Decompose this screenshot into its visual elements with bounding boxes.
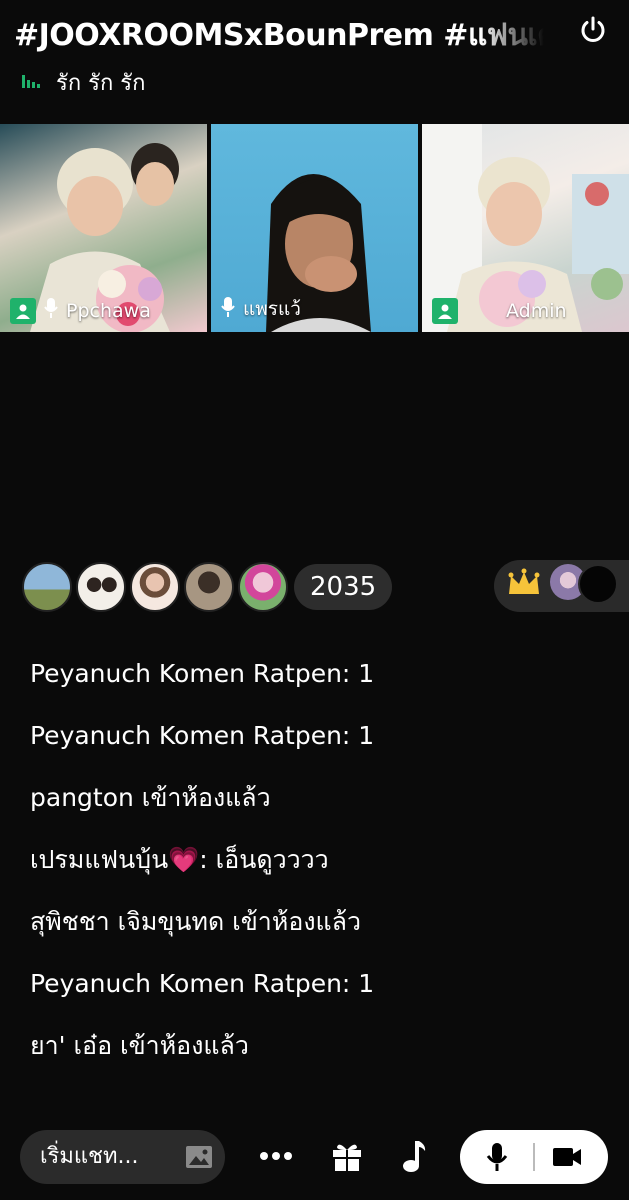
chat-message: Wanwisa Aiyaka: อยากได้ [30,625,374,643]
song-title: รัก รัก รัก [56,70,146,96]
chat-message-list: Wanwisa Aiyaka: อยากได้ Peyanuch Komen R… [30,625,374,1077]
top-gifters[interactable] [494,560,629,612]
chat-message: Peyanuch Komen Ratpen: 1 [30,659,375,688]
viewer-avatar[interactable] [22,562,72,612]
viewer-avatar[interactable] [76,562,126,612]
viewer-avatar[interactable] [238,562,288,612]
viewer-avatar[interactable] [130,562,180,612]
room-title: #JOOXROOMSxBounPrem #แฟนเดทห [14,18,544,53]
participant-name: Admin [506,300,567,322]
camera-badge-icon [432,298,458,324]
chat-message: สุพิชชา เจิมขุนทด เข้าห้องแล้ว [30,907,362,936]
mic-icon [44,297,58,324]
chat-message: Peyanuch Komen Ratpen: 1 [30,969,375,998]
image-icon[interactable] [185,1143,213,1171]
microphone-icon[interactable] [486,1142,508,1176]
viewer-count[interactable]: 2035 [294,564,393,610]
video-tile[interactable]: Ppchawa [0,124,207,332]
participant-name: Ppchawa [66,299,151,322]
video-tile[interactable]: Admin [422,124,629,332]
chat-feed[interactable]: Wanwisa Aiyaka: อยากได้ Peyanuch Komen R… [0,625,629,1105]
video-camera-icon[interactable] [552,1145,582,1173]
now-playing[interactable]: รัก รัก รัก [22,66,145,98]
chat-input-placeholder: เริ่มแชท... [40,1144,139,1169]
video-tile[interactable]: แพรแว้ [211,124,418,332]
crown-icon [506,568,542,598]
chat-message: pangton เข้าห้องแล้ว [30,783,271,812]
viewer-list[interactable]: 2035 [22,562,393,612]
music-note-icon[interactable] [396,1138,432,1174]
audio-bars-icon [22,72,40,92]
chat-message: Peyanuch Komen Ratpen: 1 [30,721,375,750]
tile-label: แพรแว้ [221,294,301,324]
chat-message: ยา' เอ๋อ เข้าห้องแล้ว [30,1031,249,1060]
chat-message: เปรมแฟนบุ้น💗: เอ็นดูวววว [30,845,329,874]
gift-icon[interactable] [329,1138,365,1174]
tile-label: Admin [432,298,567,324]
divider [533,1143,535,1171]
participant-name: แพรแว้ [243,298,301,320]
room-header: #JOOXROOMSxBounPrem #แฟนเดทห รัก รัก รัก [0,0,629,120]
gifter-avatar[interactable] [578,564,618,604]
mic-icon [221,296,235,323]
chat-input[interactable]: เริ่มแชท... [20,1130,225,1184]
more-icon[interactable] [258,1138,294,1174]
viewer-avatar[interactable] [184,562,234,612]
tile-label: Ppchawa [10,297,151,324]
video-grid: Ppchawa แพรแว้ Admin [0,124,629,332]
camera-badge-icon [10,297,36,324]
media-controls [460,1130,608,1184]
bottom-toolbar: เริ่มแชท... [0,1128,629,1188]
power-icon[interactable] [577,14,609,46]
